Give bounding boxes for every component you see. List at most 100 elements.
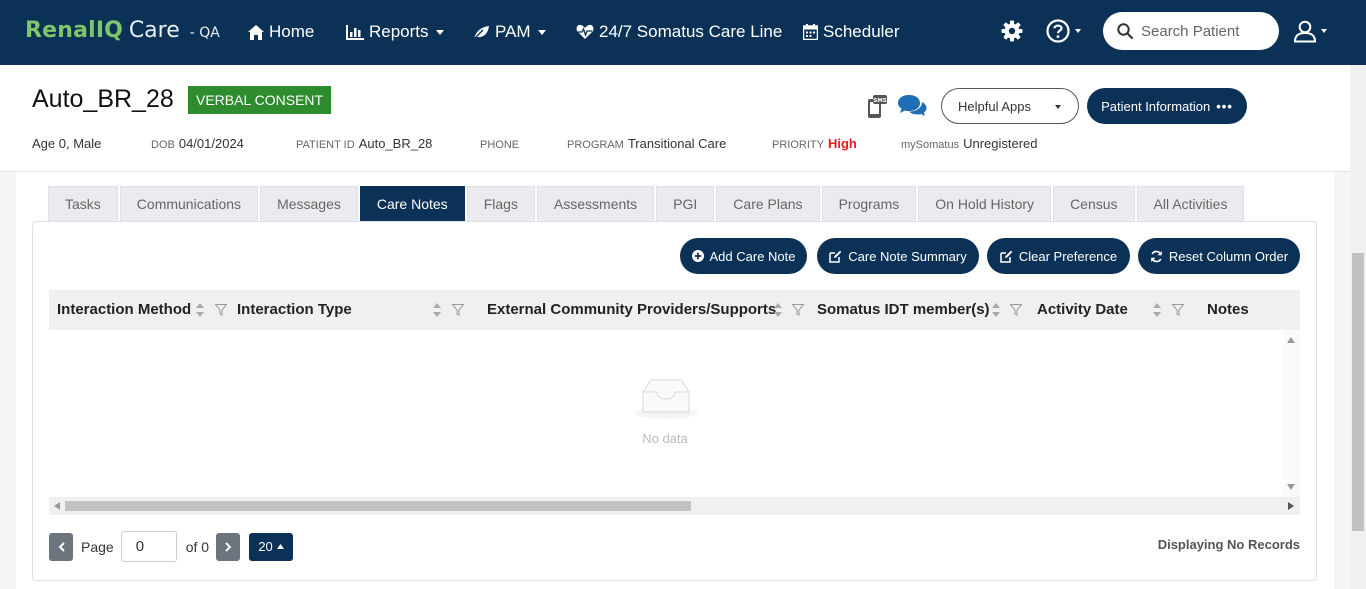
nav-reports-label: Reports bbox=[369, 22, 429, 41]
program-label: PROGRAM bbox=[567, 139, 624, 151]
nav-home-label: Home bbox=[269, 22, 315, 41]
column-header-external-providers[interactable]: External Community Providers/Supports bbox=[487, 290, 776, 330]
page-size-value: 20 bbox=[258, 539, 273, 554]
tab-messages[interactable]: Messages bbox=[260, 186, 358, 222]
reset-column-order-label: Reset Column Order bbox=[1168, 248, 1289, 264]
page-size-dropdown[interactable]: 20 bbox=[249, 532, 294, 561]
search-icon bbox=[1117, 23, 1133, 39]
clear-preference-button[interactable]: Clear Preference bbox=[987, 238, 1130, 274]
vertical-scrollbar[interactable] bbox=[1283, 330, 1300, 497]
user-icon bbox=[1293, 20, 1317, 43]
page-scroll-thumb[interactable] bbox=[1352, 253, 1364, 531]
patient-information-label: Patient Information bbox=[1101, 98, 1211, 114]
mysomatus-label: mySomatus bbox=[901, 139, 960, 151]
patient-search[interactable] bbox=[1103, 12, 1279, 50]
column-header-notes[interactable]: Notes bbox=[1207, 290, 1249, 330]
brand-logo[interactable]: Renal IQ Care - QA bbox=[25, 18, 220, 43]
sort-icon[interactable] bbox=[433, 303, 441, 317]
filter-icon[interactable] bbox=[452, 304, 464, 316]
consent-badge: VERBAL CONSENT bbox=[188, 86, 332, 114]
tab-pgi[interactable]: PGI bbox=[656, 186, 715, 222]
filter-icon[interactable] bbox=[1172, 304, 1184, 316]
tab-tasks[interactable]: Tasks bbox=[48, 186, 118, 222]
help-menu[interactable] bbox=[1046, 19, 1081, 43]
sort-icon[interactable] bbox=[774, 303, 782, 317]
scroll-down-arrow-icon[interactable] bbox=[1287, 484, 1295, 490]
column-header-interaction-method[interactable]: Interaction Method bbox=[57, 290, 191, 330]
tab-all-activities[interactable]: All Activities bbox=[1136, 186, 1245, 222]
tab-programs[interactable]: Programs bbox=[821, 186, 917, 222]
nav-scheduler-label: Scheduler bbox=[823, 22, 900, 41]
chat-bubbles-icon[interactable] bbox=[897, 94, 927, 118]
refresh-icon bbox=[1151, 250, 1162, 262]
tab-care-plans[interactable]: Care Plans bbox=[716, 186, 820, 222]
brand-env: - QA bbox=[189, 25, 220, 41]
gear-icon[interactable] bbox=[1001, 20, 1023, 42]
brand-iq: IQ bbox=[95, 18, 123, 43]
bar-chart-icon bbox=[346, 24, 364, 40]
scroll-left-arrow-icon[interactable] bbox=[54, 502, 60, 510]
helpful-apps-label: Helpful Apps bbox=[958, 98, 1031, 114]
filter-icon[interactable] bbox=[1010, 304, 1022, 316]
nav-pam[interactable]: PAM bbox=[473, 22, 546, 42]
column-header-activity-date[interactable]: Activity Date bbox=[1037, 290, 1128, 330]
search-input[interactable] bbox=[1141, 22, 1271, 40]
horizontal-scroll-thumb[interactable] bbox=[65, 501, 691, 511]
edit-icon bbox=[829, 250, 842, 263]
patient-dob: DOB 04/01/2024 bbox=[151, 136, 244, 151]
patient-name: Auto_BR_28 bbox=[32, 85, 174, 113]
sort-icon[interactable] bbox=[992, 303, 1000, 317]
patient-age-sex: Age 0, Male bbox=[32, 136, 102, 151]
scroll-right-arrow-icon[interactable] bbox=[1288, 502, 1294, 510]
chevron-down-icon bbox=[1075, 29, 1081, 33]
filter-icon[interactable] bbox=[792, 304, 804, 316]
phone-label: PHONE bbox=[480, 139, 520, 151]
tab-care-notes[interactable]: Care Notes bbox=[359, 186, 465, 222]
add-care-note-label: Add Care Note bbox=[709, 248, 796, 264]
chevron-down-icon bbox=[1055, 105, 1061, 109]
scroll-up-arrow-icon[interactable] bbox=[1287, 337, 1295, 343]
column-header-interaction-type[interactable]: Interaction Type bbox=[237, 290, 352, 330]
home-icon bbox=[248, 24, 264, 40]
user-menu[interactable] bbox=[1293, 19, 1327, 43]
reset-column-order-button[interactable]: Reset Column Order bbox=[1138, 238, 1300, 274]
tab-communications[interactable]: Communications bbox=[119, 186, 259, 222]
care-note-summary-button[interactable]: Care Note Summary bbox=[817, 238, 979, 274]
more-dots-icon: ••• bbox=[1216, 98, 1233, 114]
sort-icon[interactable] bbox=[196, 303, 204, 317]
program-value: Transitional Care bbox=[627, 136, 727, 151]
dob-label: DOB bbox=[151, 139, 175, 151]
tab-assessments[interactable]: Assessments bbox=[536, 186, 655, 222]
column-header-idt-members[interactable]: Somatus IDT member(s) bbox=[817, 290, 990, 330]
priority-value: High bbox=[827, 136, 857, 151]
nav-scheduler[interactable]: Scheduler bbox=[803, 22, 900, 42]
nav-reports[interactable]: Reports bbox=[346, 22, 444, 42]
nav-home[interactable]: Home bbox=[248, 22, 314, 42]
patient-id-value: Auto_BR_28 bbox=[358, 136, 433, 151]
patient-phone: PHONE bbox=[480, 136, 523, 151]
nav-care-line[interactable]: 24/7 Somatus Care Line bbox=[576, 22, 782, 42]
tab-on-hold-history[interactable]: On Hold History bbox=[918, 186, 1052, 222]
sms-phone-icon[interactable]: SMS bbox=[867, 95, 889, 119]
empty-state-text: No data bbox=[642, 431, 688, 446]
nav-care-line-label: 24/7 Somatus Care Line bbox=[599, 22, 783, 41]
patient-id: PATIENT ID Auto_BR_28 bbox=[296, 136, 432, 151]
horizontal-scrollbar[interactable] bbox=[49, 497, 1300, 515]
prev-page-button[interactable] bbox=[49, 532, 73, 561]
nav-pam-label: PAM bbox=[495, 22, 531, 41]
sort-icon[interactable] bbox=[1153, 303, 1161, 317]
filter-icon[interactable] bbox=[215, 304, 227, 316]
clear-preference-label: Clear Preference bbox=[1018, 248, 1118, 264]
plus-circle-icon bbox=[691, 250, 704, 262]
add-care-note-button[interactable]: Add Care Note bbox=[680, 238, 807, 274]
page-scrollbar[interactable] bbox=[1350, 65, 1366, 589]
patient-program: PROGRAM Transitional Care bbox=[567, 136, 726, 151]
tab-flags[interactable]: Flags bbox=[466, 186, 535, 222]
table-header: Interaction Method Interaction Type Exte… bbox=[49, 290, 1300, 330]
helpful-apps-dropdown[interactable]: Helpful Apps bbox=[941, 88, 1079, 124]
next-page-button[interactable] bbox=[216, 532, 241, 561]
page-number-input[interactable] bbox=[120, 531, 177, 562]
chevron-down-icon bbox=[1321, 29, 1327, 33]
patient-information-button[interactable]: Patient Information ••• bbox=[1087, 88, 1247, 124]
tab-census[interactable]: Census bbox=[1053, 186, 1135, 222]
